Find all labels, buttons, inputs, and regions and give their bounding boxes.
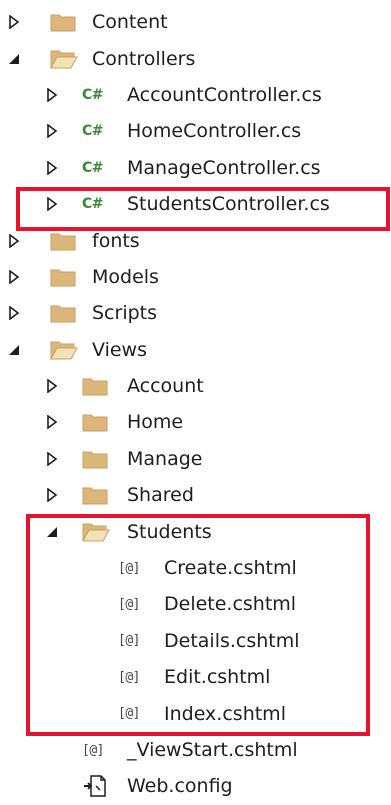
config-file-icon <box>82 774 108 798</box>
tree-item-views-account[interactable]: Account <box>0 368 391 404</box>
tree-item-content[interactable]: Content <box>0 4 391 40</box>
folder-open-icon <box>50 49 78 69</box>
tree-item-views-home[interactable]: Home <box>0 404 391 440</box>
tree-item-label: Controllers <box>92 47 196 70</box>
tree-item-details-cshtml[interactable]: [@] Details.cshtml <box>0 623 391 659</box>
tree-item-create-cshtml[interactable]: [@] Create.cshtml <box>0 550 391 586</box>
collapse-arrow-icon[interactable] <box>7 52 21 66</box>
tree-item-label: Edit.cshtml <box>164 666 271 689</box>
razor-file-icon: [@] <box>118 560 140 576</box>
tree-item-label: ManageController.cs <box>127 156 321 179</box>
tree-item-fonts[interactable]: fonts <box>0 222 391 258</box>
folder-open-icon <box>82 522 110 542</box>
tree-item-label: fonts <box>92 229 140 252</box>
tree-item-label: Home <box>127 411 184 434</box>
tree-item-managecontroller[interactable]: C# ManageController.cs <box>0 150 391 186</box>
tree-item-models[interactable]: Models <box>0 259 391 295</box>
tree-item-web-config[interactable]: Web.config <box>0 768 391 804</box>
tree-item-accountcontroller[interactable]: C# AccountController.cs <box>0 77 391 113</box>
tree-item-studentscontroller[interactable]: C# StudentsController.cs <box>0 186 391 222</box>
expand-arrow-icon[interactable] <box>7 233 21 248</box>
tree-item-label: Views <box>92 338 147 361</box>
collapse-arrow-icon[interactable] <box>45 525 59 539</box>
tree-item-label: HomeController.cs <box>127 120 302 143</box>
csharp-file-icon: C# <box>82 123 104 140</box>
folder-icon <box>82 412 108 432</box>
expand-arrow-icon[interactable] <box>45 124 59 139</box>
tree-item-label: Details.cshtml <box>164 629 300 652</box>
razor-file-icon: [@] <box>118 596 140 612</box>
tree-item-label: Students <box>127 520 212 543</box>
expand-arrow-icon[interactable] <box>45 451 59 466</box>
razor-file-icon: [@] <box>118 706 140 722</box>
tree-item-label: Scripts <box>92 302 158 325</box>
expand-arrow-icon[interactable] <box>45 197 59 212</box>
tree-item-controllers[interactable]: Controllers <box>0 40 391 76</box>
tree-item-label: Delete.cshtml <box>164 593 297 616</box>
tree-item-label: Models <box>92 265 159 288</box>
tree-item-scripts[interactable]: Scripts <box>0 295 391 331</box>
folder-icon <box>50 231 76 251</box>
tree-item-views-manage[interactable]: Manage <box>0 441 391 477</box>
tree-item-viewstart-cshtml[interactable]: [@] _ViewStart.cshtml <box>0 732 391 768</box>
expand-arrow-icon[interactable] <box>45 87 59 102</box>
tree-item-label: Account <box>127 375 204 398</box>
csharp-file-icon: C# <box>82 196 104 213</box>
expand-arrow-icon[interactable] <box>45 160 59 175</box>
tree-item-views[interactable]: Views <box>0 332 391 368</box>
razor-file-icon: [@] <box>118 669 140 685</box>
tree-item-label: Create.cshtml <box>164 557 297 580</box>
tree-item-label: Manage <box>127 447 203 470</box>
tree-item-views-students[interactable]: Students <box>0 513 391 549</box>
csharp-file-icon: C# <box>82 86 104 103</box>
expand-arrow-icon[interactable] <box>45 415 59 430</box>
csharp-file-icon: C# <box>82 159 104 176</box>
solution-explorer-tree: Content Controllers C# AccountController… <box>0 4 391 805</box>
tree-item-label: Web.config <box>127 775 233 798</box>
tree-item-label: Shared <box>127 484 194 507</box>
tree-item-label: AccountController.cs <box>127 83 322 106</box>
folder-icon <box>82 376 108 396</box>
expand-arrow-icon[interactable] <box>7 269 21 284</box>
tree-item-label: _ViewStart.cshtml <box>127 739 298 761</box>
expand-arrow-icon[interactable] <box>7 15 21 30</box>
tree-item-edit-cshtml[interactable]: [@] Edit.cshtml <box>0 659 391 695</box>
tree-item-views-shared[interactable]: Shared <box>0 477 391 513</box>
tree-item-label: Content <box>92 11 168 34</box>
razor-file-icon: [@] <box>118 633 140 649</box>
folder-open-icon <box>50 340 78 360</box>
razor-file-icon: [@] <box>82 742 104 758</box>
tree-item-index-cshtml[interactable]: [@] Index.cshtml <box>0 695 391 731</box>
folder-icon <box>50 267 76 287</box>
tree-item-delete-cshtml[interactable]: [@] Delete.cshtml <box>0 586 391 622</box>
expand-arrow-icon[interactable] <box>45 379 59 394</box>
tree-item-label: Index.cshtml <box>164 702 286 725</box>
expand-arrow-icon[interactable] <box>45 488 59 503</box>
collapse-arrow-icon[interactable] <box>7 343 21 357</box>
tree-item-homecontroller[interactable]: C# HomeController.cs <box>0 113 391 149</box>
expand-arrow-icon[interactable] <box>7 306 21 321</box>
folder-icon <box>82 449 108 469</box>
tree-item-label: StudentsController.cs <box>127 193 330 216</box>
folder-icon <box>82 485 108 505</box>
folder-icon <box>50 303 76 323</box>
folder-icon <box>50 12 76 32</box>
